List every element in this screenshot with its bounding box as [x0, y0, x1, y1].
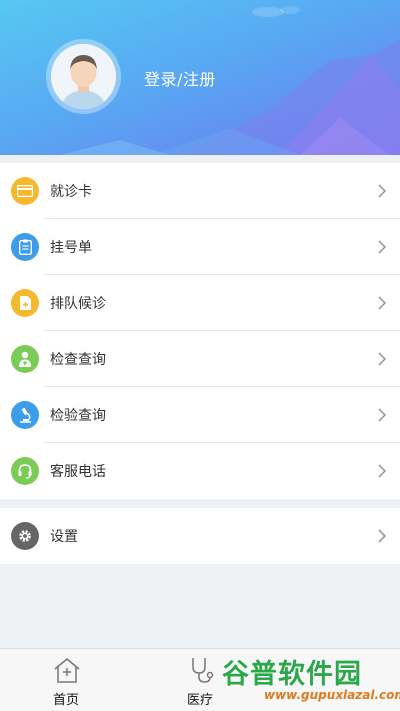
clipboard-icon: [11, 233, 39, 261]
queue-document-icon: [11, 289, 39, 317]
tab-label: 首页: [52, 693, 79, 708]
card-icon: [11, 177, 39, 205]
menu-item-label: 检查查询: [50, 352, 106, 368]
login-register-link[interactable]: 登录/注册: [144, 66, 216, 90]
chevron-right-icon: [378, 240, 387, 254]
menu-item-label: 设置: [50, 529, 78, 545]
watermark-url: www.gupuxlazal.com: [264, 688, 400, 702]
menu-list: 就诊卡 挂号单 排队候诊 检查查询 检验查询 客服电话: [0, 163, 400, 499]
chevron-right-icon: [378, 529, 387, 543]
menu-item-label: 客服电话: [50, 464, 106, 480]
watermark-brand: 谷普软件园: [222, 659, 362, 690]
menu-item-service-phone[interactable]: 客服电话: [0, 443, 400, 499]
menu-item-settings[interactable]: 设置: [0, 508, 400, 564]
menu-item-label: 检验查询: [50, 408, 106, 424]
doctor-icon: [11, 345, 39, 373]
chevron-right-icon: [378, 352, 387, 366]
menu-item-lab-query[interactable]: 检验查询: [0, 387, 400, 443]
chevron-right-icon: [378, 184, 387, 198]
settings-section: 设置: [0, 508, 400, 564]
avatar[interactable]: [46, 39, 121, 114]
chevron-right-icon: [378, 296, 387, 310]
stethoscope-icon: [192, 658, 214, 683]
menu-item-label: 挂号单: [50, 240, 92, 256]
menu-item-registration[interactable]: 挂号单: [0, 219, 400, 275]
headset-icon: [11, 457, 39, 485]
watermark: 谷普软件园 www.gupuxlazal.com: [220, 648, 400, 711]
default-avatar-icon: [51, 44, 116, 109]
menu-item-label: 排队候诊: [50, 296, 106, 312]
home-icon: [54, 658, 80, 683]
profile-header: 登录/注册: [0, 0, 400, 155]
microscope-icon: [11, 401, 39, 429]
menu-item-label: 就诊卡: [50, 184, 92, 200]
chevron-right-icon: [378, 408, 387, 422]
tab-home[interactable]: 首页: [26, 649, 106, 711]
menu-item-exam-query[interactable]: 检查查询: [0, 331, 400, 387]
chevron-right-icon: [378, 464, 387, 478]
gear-icon: [11, 522, 39, 550]
menu-item-visit-card[interactable]: 就诊卡: [0, 163, 400, 219]
menu-item-queue[interactable]: 排队候诊: [0, 275, 400, 331]
